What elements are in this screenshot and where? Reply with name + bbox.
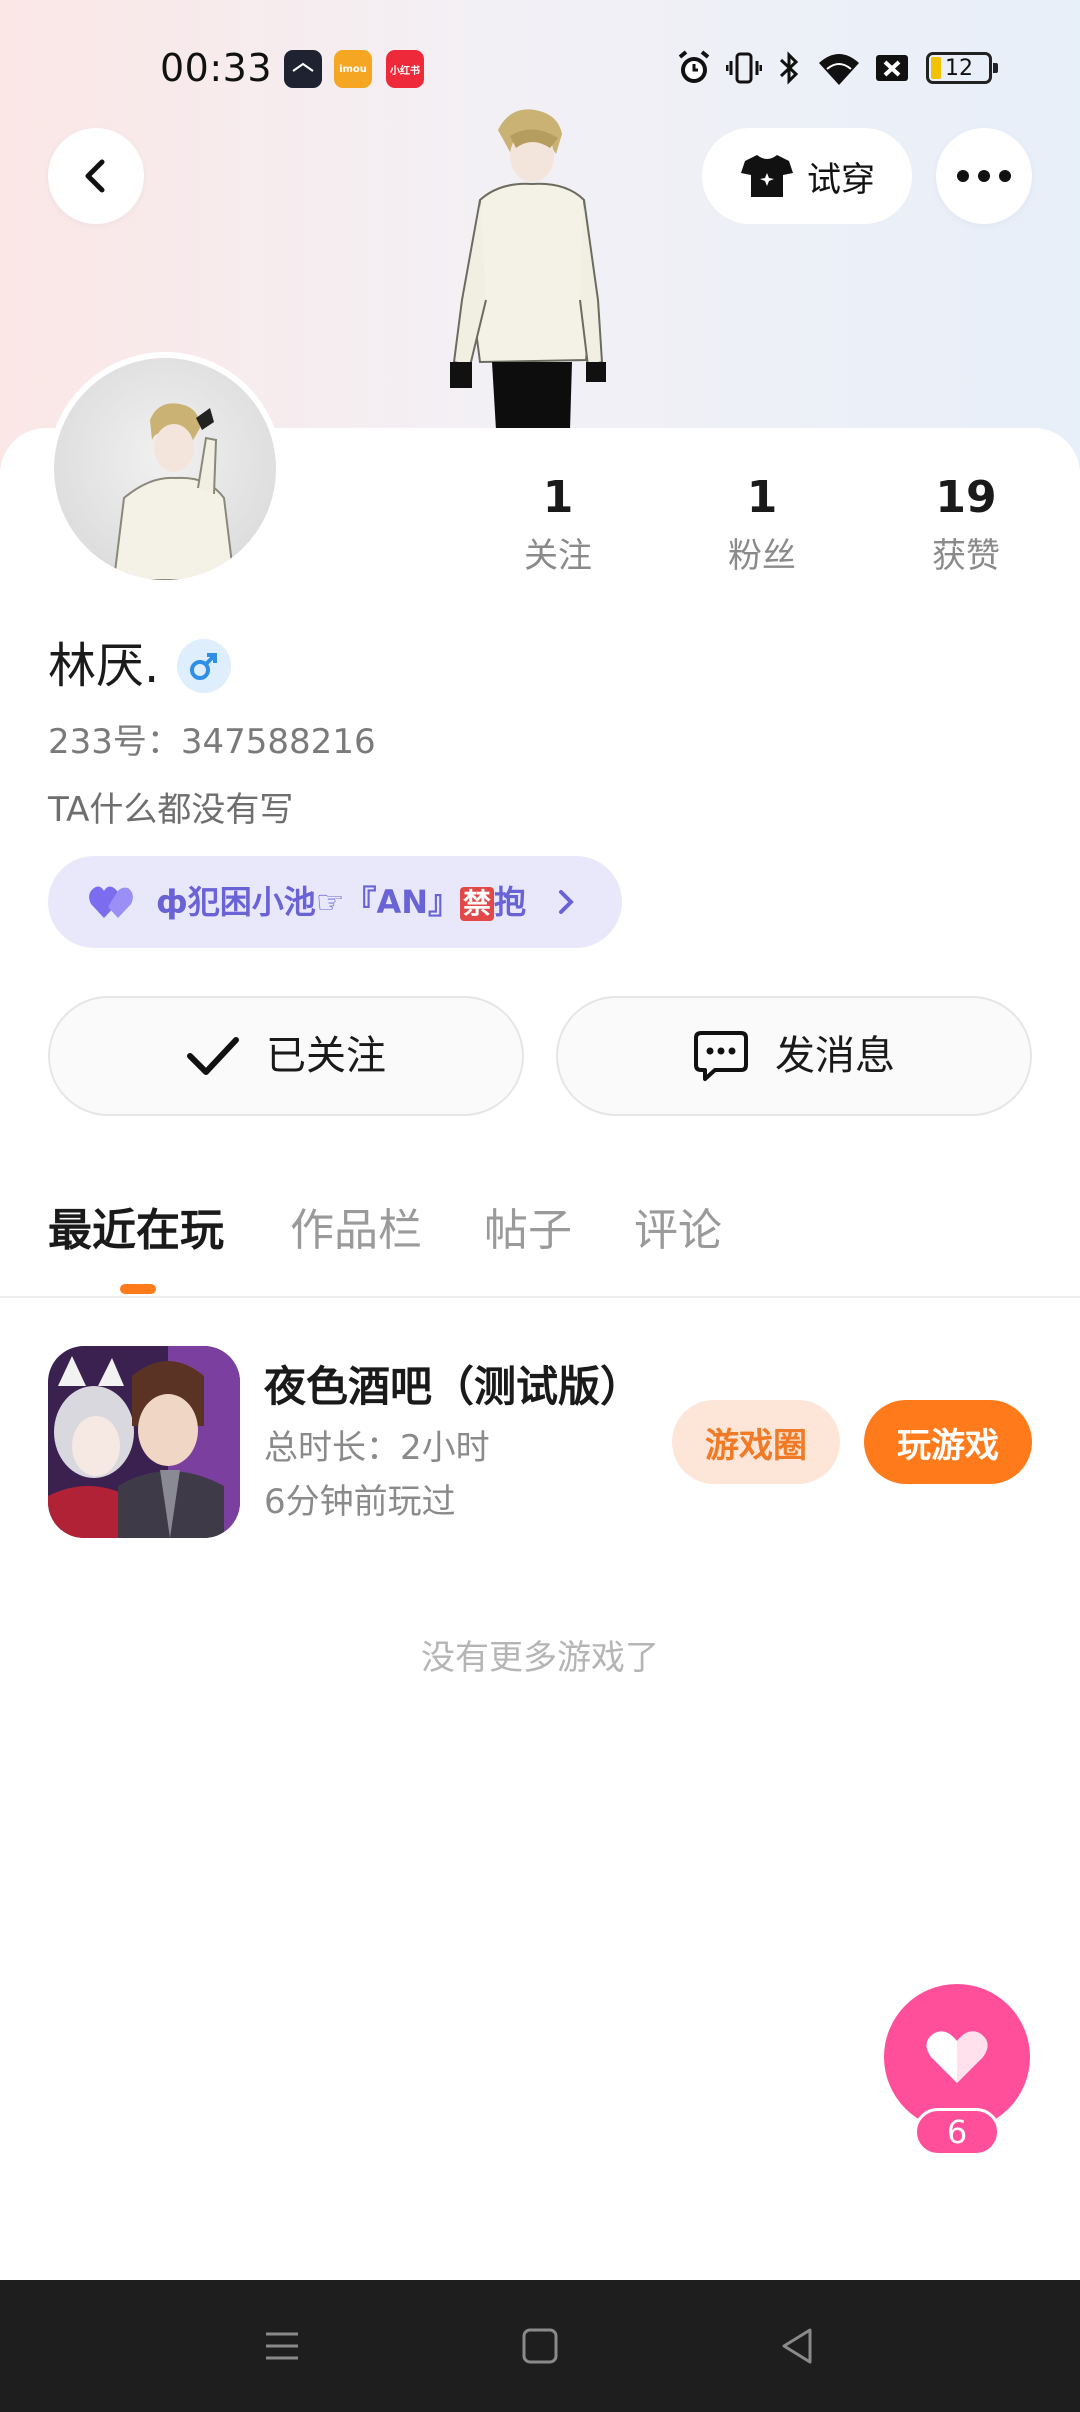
character-figure xyxy=(440,100,620,430)
tabs-divider xyxy=(0,1296,1080,1298)
menu-icon[interactable] xyxy=(260,2324,304,2368)
xiaohongshu-app-icon: 小红书 xyxy=(386,50,424,88)
fans-label: 粉丝 xyxy=(728,536,796,576)
bluetooth-icon xyxy=(779,51,799,85)
game-thumbnail[interactable] xyxy=(48,1346,240,1538)
stat-following[interactable]: 1 关注 xyxy=(488,470,628,578)
name-row: 林厌. xyxy=(48,636,232,696)
battery-level: 12 xyxy=(945,55,973,81)
more-button[interactable] xyxy=(936,128,1032,224)
tab-works[interactable]: 作品栏 xyxy=(290,1196,422,1266)
wifi-icon xyxy=(819,54,859,85)
likes-count: 19 xyxy=(935,472,997,523)
user-id: 233号：347588216 xyxy=(48,722,376,762)
game-title: 夜色酒吧（测试版） xyxy=(264,1362,643,1411)
status-icons: 12 xyxy=(676,48,998,88)
game-duration: 总时长：2小时 xyxy=(264,1428,490,1468)
intimacy-badge[interactable]: ф犯困小池☞『AN』 禁抱 xyxy=(48,856,622,948)
gender-badge xyxy=(177,639,232,693)
following-button[interactable]: 已关注 xyxy=(48,996,524,1116)
stat-fans[interactable]: 1 粉丝 xyxy=(692,470,832,578)
message-label: 发消息 xyxy=(775,1033,895,1079)
double-heart-icon xyxy=(89,886,133,918)
game-last-played: 6分钟前玩过 xyxy=(264,1482,456,1522)
back-button[interactable] xyxy=(48,128,144,224)
more-dots-icon xyxy=(957,170,1011,182)
tshirt-icon xyxy=(741,155,793,197)
tab-comments[interactable]: 评论 xyxy=(634,1196,722,1266)
tab-recent-games[interactable]: 最近在玩 xyxy=(48,1196,224,1266)
back-nav-icon[interactable] xyxy=(776,2324,820,2368)
stat-likes[interactable]: 19 获赞 xyxy=(896,470,1036,578)
check-icon xyxy=(187,1037,239,1075)
imou-app-icon: imou xyxy=(334,50,372,88)
likes-label: 获赞 xyxy=(932,536,1000,576)
user-name: 林厌. xyxy=(48,638,160,694)
chat-bubble-icon xyxy=(694,1031,748,1081)
tab-indicator xyxy=(120,1284,156,1294)
tab-posts[interactable]: 帖子 xyxy=(484,1196,572,1266)
fans-count: 1 xyxy=(746,472,778,523)
try-on-button[interactable]: 试穿 xyxy=(702,128,912,224)
notes-app-icon xyxy=(284,50,322,88)
game-list-item[interactable]: 夜色酒吧（测试版） 总时长：2小时 6分钟前玩过 游戏圈 玩游戏 xyxy=(0,1342,1080,1542)
home-icon[interactable] xyxy=(518,2324,562,2368)
try-on-label: 试穿 xyxy=(807,159,875,200)
no-more-games-text: 没有更多游戏了 xyxy=(421,1638,659,1678)
battery-indicator: 12 xyxy=(926,52,998,84)
play-game-button[interactable]: 玩游戏 xyxy=(864,1400,1032,1484)
intimacy-text: ф犯困小池☞『AN』 禁抱 xyxy=(156,883,527,921)
male-icon xyxy=(190,653,218,680)
system-nav-bar xyxy=(0,2280,1080,2412)
like-count-badge: 6 xyxy=(914,2108,1000,2156)
status-time: 00:33 xyxy=(160,46,273,90)
following-label: 已关注 xyxy=(266,1033,386,1079)
no-sim-icon xyxy=(876,55,908,81)
alarm-icon xyxy=(678,50,710,83)
avatar[interactable] xyxy=(48,352,282,586)
user-bio: TA什么都没有写 xyxy=(48,790,294,830)
profile-tabs: 最近在玩 作品栏 帖子 评论 xyxy=(0,1196,1080,1296)
following-count: 1 xyxy=(542,472,574,523)
chevron-right-icon xyxy=(559,890,574,914)
message-button[interactable]: 发消息 xyxy=(556,996,1032,1116)
heart-icon xyxy=(926,2031,988,2083)
following-label: 关注 xyxy=(524,536,592,576)
game-circle-button[interactable]: 游戏圈 xyxy=(672,1400,840,1484)
chevron-left-icon xyxy=(85,159,105,193)
ban-char: 禁 xyxy=(460,887,495,921)
vibrate-icon xyxy=(726,52,762,84)
